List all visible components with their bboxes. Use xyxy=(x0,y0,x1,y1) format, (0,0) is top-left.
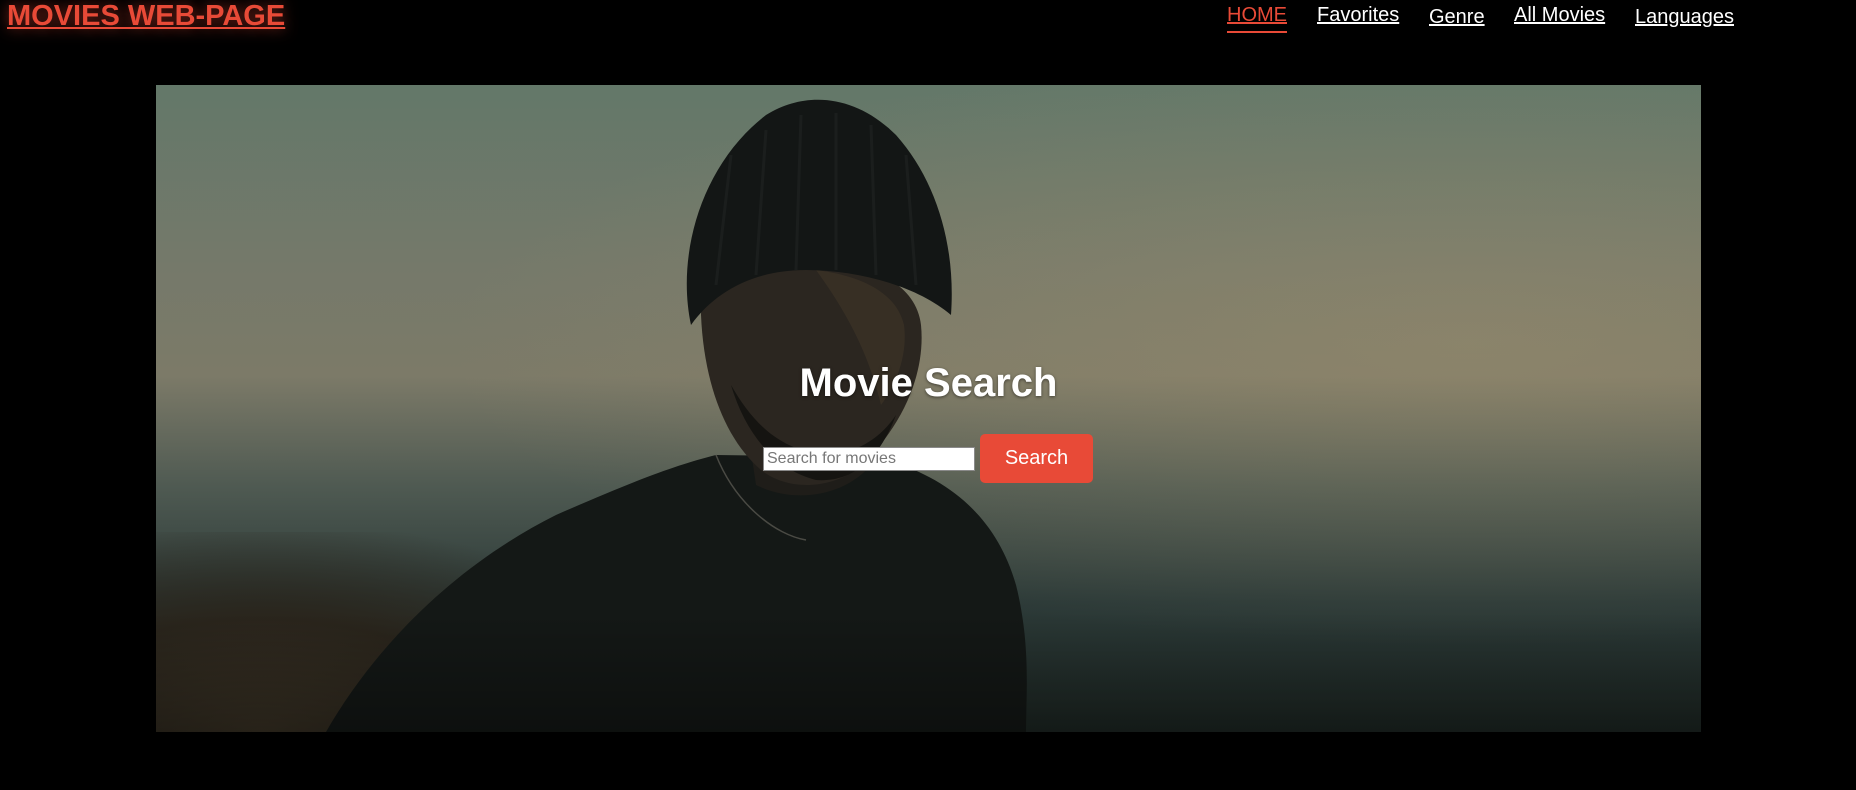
hero-title: Movie Search xyxy=(799,361,1058,405)
nav-genre[interactable]: Genre xyxy=(1429,6,1485,29)
hero-banner: Movie Search Search xyxy=(156,85,1701,732)
nav-languages[interactable]: Languages xyxy=(1635,6,1734,29)
hero-bottom-shadow xyxy=(156,612,1701,732)
nav-favorites[interactable]: Favorites xyxy=(1317,4,1399,27)
movie-search-input[interactable] xyxy=(763,447,975,471)
nav-all-movies[interactable]: All Movies xyxy=(1514,4,1605,27)
search-button[interactable]: Search xyxy=(980,434,1093,483)
nav-home[interactable]: HOME xyxy=(1227,4,1287,33)
site-logo-link[interactable]: MOVIES WEB-PAGE xyxy=(7,0,285,33)
